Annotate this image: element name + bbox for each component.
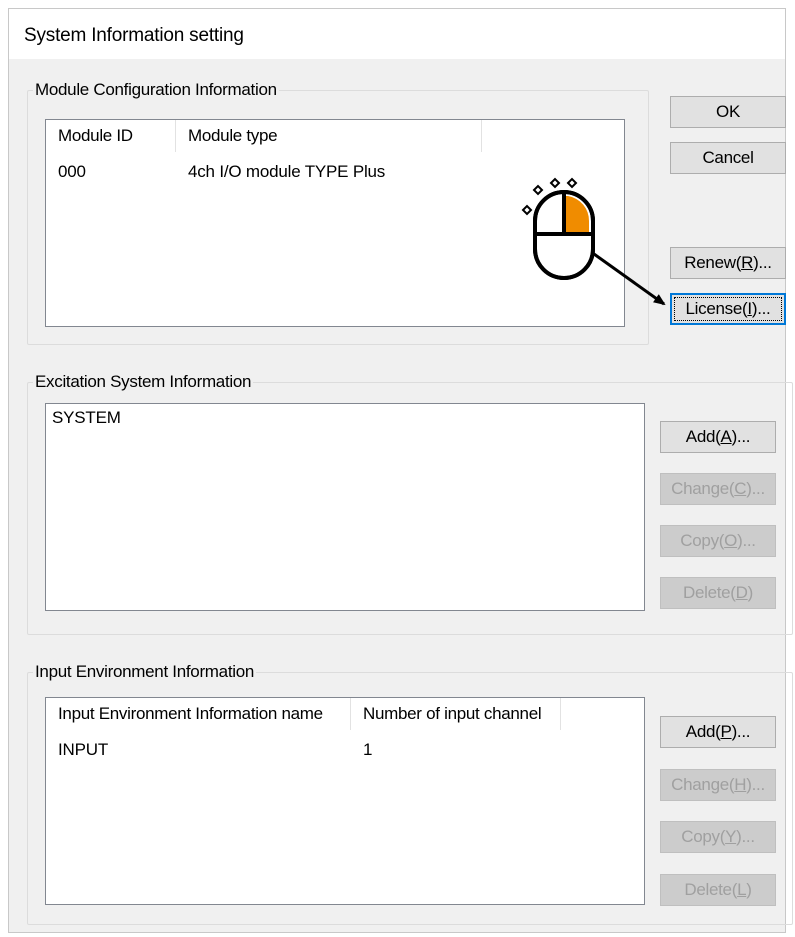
add-label: Add( bbox=[685, 427, 721, 446]
dialog-title: System Information setting bbox=[24, 25, 244, 46]
delete-input-env-button[interactable]: Delete(L) bbox=[660, 874, 776, 906]
cancel-button[interactable]: Cancel bbox=[670, 142, 786, 174]
add-input-env-button[interactable]: Add(P)... bbox=[660, 716, 776, 748]
excitation-system-legend: Excitation System Information bbox=[35, 372, 252, 391]
renew-label-tail: )... bbox=[753, 253, 772, 272]
change-excitation-button[interactable]: Change(C)... bbox=[660, 473, 776, 505]
add-label-tail: )... bbox=[731, 427, 751, 446]
add-mnemonic: P bbox=[720, 722, 732, 741]
module-id-cell[interactable]: 000 bbox=[58, 162, 86, 182]
license-button[interactable]: License(I)... bbox=[670, 293, 786, 325]
renew-mnemonic: R bbox=[741, 253, 754, 272]
column-header-input-env-name[interactable]: Input Environment Information name bbox=[46, 698, 351, 730]
delete-label: Delete( bbox=[682, 583, 736, 602]
delete-mnemonic: L bbox=[737, 880, 747, 899]
change-mnemonic: H bbox=[734, 775, 747, 794]
delete-mnemonic: D bbox=[735, 583, 748, 602]
copy-label-tail: )... bbox=[737, 531, 756, 550]
column-header-module-type[interactable]: Module type bbox=[176, 120, 482, 152]
column-header-channel-count[interactable]: Number of input channel bbox=[351, 698, 561, 730]
renew-button[interactable]: Renew(R)... bbox=[670, 247, 786, 279]
column-header-module-id[interactable]: Module ID bbox=[46, 120, 176, 152]
delete-label-tail: ) bbox=[746, 880, 752, 899]
change-mnemonic: C bbox=[734, 479, 747, 498]
change-label: Change( bbox=[671, 479, 735, 498]
input-environment-legend: Input Environment Information bbox=[35, 662, 255, 681]
system-information-dialog: System Information setting Module Config… bbox=[8, 8, 793, 933]
copy-input-env-button[interactable]: Copy(Y)... bbox=[660, 821, 776, 853]
copy-excitation-button[interactable]: Copy(O)... bbox=[660, 525, 776, 557]
add-excitation-button[interactable]: Add(A)... bbox=[660, 421, 776, 453]
title-bar: System Information setting bbox=[9, 9, 785, 59]
input-channel-count-cell[interactable]: 1 bbox=[363, 740, 372, 760]
copy-mnemonic: Y bbox=[725, 827, 737, 846]
delete-label: Delete( bbox=[684, 880, 738, 899]
add-label: Add( bbox=[685, 722, 721, 741]
license-label-tail: )... bbox=[751, 299, 771, 318]
license-label: License( bbox=[685, 299, 748, 318]
add-label-tail: )... bbox=[731, 722, 751, 741]
input-environment-list[interactable]: Input Environment Information name Numbe… bbox=[45, 697, 645, 905]
change-label: Change( bbox=[671, 775, 735, 794]
ok-button[interactable]: OK bbox=[670, 96, 786, 128]
change-input-env-button[interactable]: Change(H)... bbox=[660, 769, 776, 801]
module-configuration-legend: Module Configuration Information bbox=[35, 80, 277, 99]
add-mnemonic: A bbox=[720, 427, 732, 446]
copy-label: Copy( bbox=[681, 827, 726, 846]
excitation-system-list[interactable]: SYSTEM bbox=[45, 403, 645, 611]
renew-label: Renew( bbox=[684, 253, 742, 272]
delete-excitation-button[interactable]: Delete(D) bbox=[660, 577, 776, 609]
copy-mnemonic: O bbox=[724, 531, 738, 550]
copy-label-tail: )... bbox=[736, 827, 755, 846]
module-configuration-list[interactable]: Module ID Module type 000 4ch I/O module… bbox=[45, 119, 625, 327]
input-env-name-cell[interactable]: INPUT bbox=[58, 740, 108, 760]
list-item[interactable]: SYSTEM bbox=[52, 408, 121, 428]
module-type-cell[interactable]: 4ch I/O module TYPE Plus bbox=[188, 162, 385, 182]
change-label-tail: )... bbox=[746, 479, 765, 498]
delete-label-tail: ) bbox=[747, 583, 754, 602]
copy-label: Copy( bbox=[680, 531, 725, 550]
change-label-tail: )... bbox=[746, 775, 765, 794]
